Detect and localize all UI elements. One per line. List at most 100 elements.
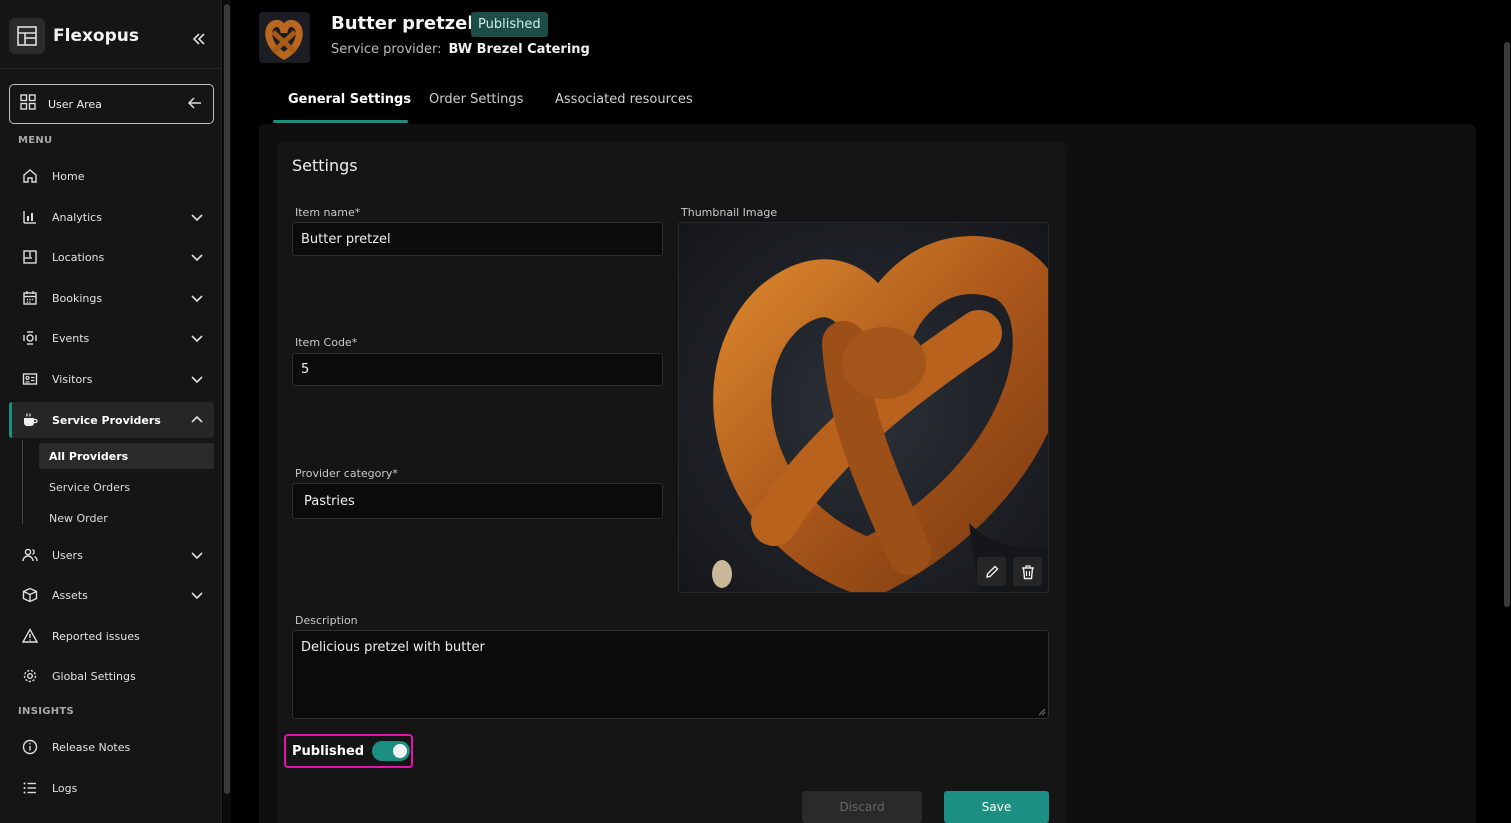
sidebar-divider — [0, 68, 222, 69]
users-icon — [21, 546, 39, 564]
settings-title: Settings — [292, 156, 358, 175]
bar-chart-icon — [21, 208, 39, 226]
sidebar-item-label: Home — [52, 169, 85, 183]
discard-button[interactable]: Discard — [802, 791, 922, 823]
sidebar-item-logs[interactable]: Logs — [9, 770, 214, 806]
provider-name: BW Brezel Catering — [448, 42, 590, 57]
trash-icon — [1021, 564, 1034, 579]
sidebar-item-label: Bookings — [52, 291, 103, 305]
sidebar-item-home[interactable]: Home — [9, 158, 214, 194]
resize-handle-icon[interactable] — [1038, 708, 1046, 716]
id-card-icon — [21, 370, 39, 388]
provider-label: Service provider: — [331, 42, 442, 57]
sidebar-item-label: Service Providers — [52, 413, 161, 427]
sidebar-item-visitors[interactable]: Visitors — [9, 361, 214, 397]
brand[interactable]: Flexopus — [9, 18, 139, 54]
provider-category-label: Provider category* — [295, 467, 398, 480]
submenu-guide-line — [22, 440, 23, 524]
sidebar-item-label: Events — [52, 331, 90, 345]
tab-order-settings[interactable]: Order Settings — [429, 92, 523, 107]
calendar-icon — [21, 289, 39, 307]
coffee-cup-icon — [21, 411, 39, 429]
sidebar-item-label: Logs — [52, 781, 78, 795]
list-icon — [21, 779, 39, 797]
brand-name: Flexopus — [53, 26, 140, 46]
tab-general-settings[interactable]: General Settings — [288, 92, 411, 107]
app-root: Flexopus User Area MENU Home Analytics L… — [0, 0, 1511, 823]
item-code-input[interactable]: 5 — [292, 353, 663, 386]
events-icon — [21, 329, 39, 347]
thumbnail-label: Thumbnail Image — [681, 206, 778, 219]
active-tab-indicator — [273, 120, 408, 123]
sidebar-subitem-all-providers[interactable]: All Providers — [39, 443, 214, 469]
chevron-up-icon — [191, 415, 203, 423]
description-textarea[interactable]: Delicious pretzel with butter — [292, 630, 1049, 719]
chevron-down-icon — [191, 335, 203, 343]
sidebar-item-label: Assets — [52, 588, 88, 602]
published-toggle-label: Published — [292, 743, 365, 759]
sidebar-subitem-new-order[interactable]: New Order — [39, 505, 214, 531]
gear-icon — [21, 667, 39, 685]
sidebar-item-label: Visitors — [52, 372, 93, 386]
sidebar-item-events[interactable]: Events — [9, 320, 214, 356]
sidebar-item-bookings[interactable]: Bookings — [9, 280, 214, 316]
chevron-down-icon — [191, 552, 203, 560]
sidebar: Flexopus User Area MENU Home Analytics L… — [0, 0, 222, 823]
toggle-knob — [393, 744, 408, 758]
published-toggle-highlight: Published — [284, 734, 413, 768]
flexopus-logo-icon — [9, 18, 45, 54]
chevron-down-icon — [191, 376, 203, 384]
sidebar-item-users[interactable]: Users — [9, 537, 214, 573]
status-badge: Published — [471, 12, 548, 37]
chevron-down-icon — [191, 295, 203, 303]
sidebar-item-label: Release Notes — [52, 740, 131, 754]
sidebar-item-reported-issues[interactable]: Reported issues — [9, 618, 214, 654]
page-title: Butter pretzel — [331, 13, 474, 34]
floorplan-icon — [21, 248, 39, 266]
sidebar-item-label: Global Settings — [52, 669, 136, 683]
published-toggle[interactable] — [372, 741, 411, 761]
chevron-down-icon — [191, 592, 203, 600]
page-scrollbar-thumb[interactable] — [1504, 42, 1510, 607]
collapse-sidebar-icon[interactable] — [188, 28, 210, 50]
sidebar-item-release-notes[interactable]: Release Notes — [9, 729, 214, 765]
sidebar-item-service-providers[interactable]: Service Providers — [9, 402, 214, 438]
grid-icon — [20, 94, 36, 114]
sidebar-scrollbar[interactable] — [223, 0, 231, 823]
sidebar-item-label: Users — [52, 548, 83, 562]
info-icon — [21, 738, 39, 756]
sidebar-item-assets[interactable]: Assets — [9, 577, 214, 613]
sidebar-item-label: Analytics — [52, 210, 102, 224]
item-name-label: Item name* — [295, 206, 361, 219]
save-button[interactable]: Save — [944, 791, 1049, 823]
description-text: Delicious pretzel with butter — [301, 640, 485, 655]
sidebar-subitem-service-orders[interactable]: Service Orders — [39, 474, 214, 500]
user-area-button[interactable]: User Area — [9, 84, 214, 124]
sidebar-item-global-settings[interactable]: Global Settings — [9, 658, 214, 694]
item-code-label: Item Code* — [295, 336, 358, 349]
tab-associated-resources[interactable]: Associated resources — [555, 92, 693, 107]
warning-icon — [21, 627, 39, 645]
sidebar-item-label: Reported issues — [52, 629, 140, 643]
box-icon — [21, 586, 39, 604]
item-thumbnail-small — [259, 12, 310, 63]
arrow-left-icon — [187, 95, 203, 115]
provider-category-select[interactable]: Pastries — [292, 483, 663, 519]
sidebar-item-label: Locations — [52, 250, 105, 264]
description-label: Description — [295, 614, 358, 627]
pencil-icon — [985, 565, 998, 578]
chevron-down-icon — [191, 254, 203, 262]
edit-image-button[interactable] — [977, 557, 1006, 586]
menu-heading: MENU — [18, 135, 53, 146]
sidebar-item-analytics[interactable]: Analytics — [9, 199, 214, 235]
user-area-label: User Area — [48, 97, 102, 111]
thumbnail-image — [678, 222, 1049, 593]
delete-image-button[interactable] — [1013, 557, 1042, 586]
insights-heading: INSIGHTS — [18, 706, 75, 717]
item-name-input[interactable]: Butter pretzel — [292, 222, 663, 256]
chevron-down-icon — [191, 214, 203, 222]
home-icon — [21, 167, 39, 185]
sidebar-item-locations[interactable]: Locations — [9, 239, 214, 275]
sidebar-scrollbar-thumb[interactable] — [224, 4, 230, 794]
service-provider-line: Service provider: BW Brezel Catering — [331, 42, 590, 57]
